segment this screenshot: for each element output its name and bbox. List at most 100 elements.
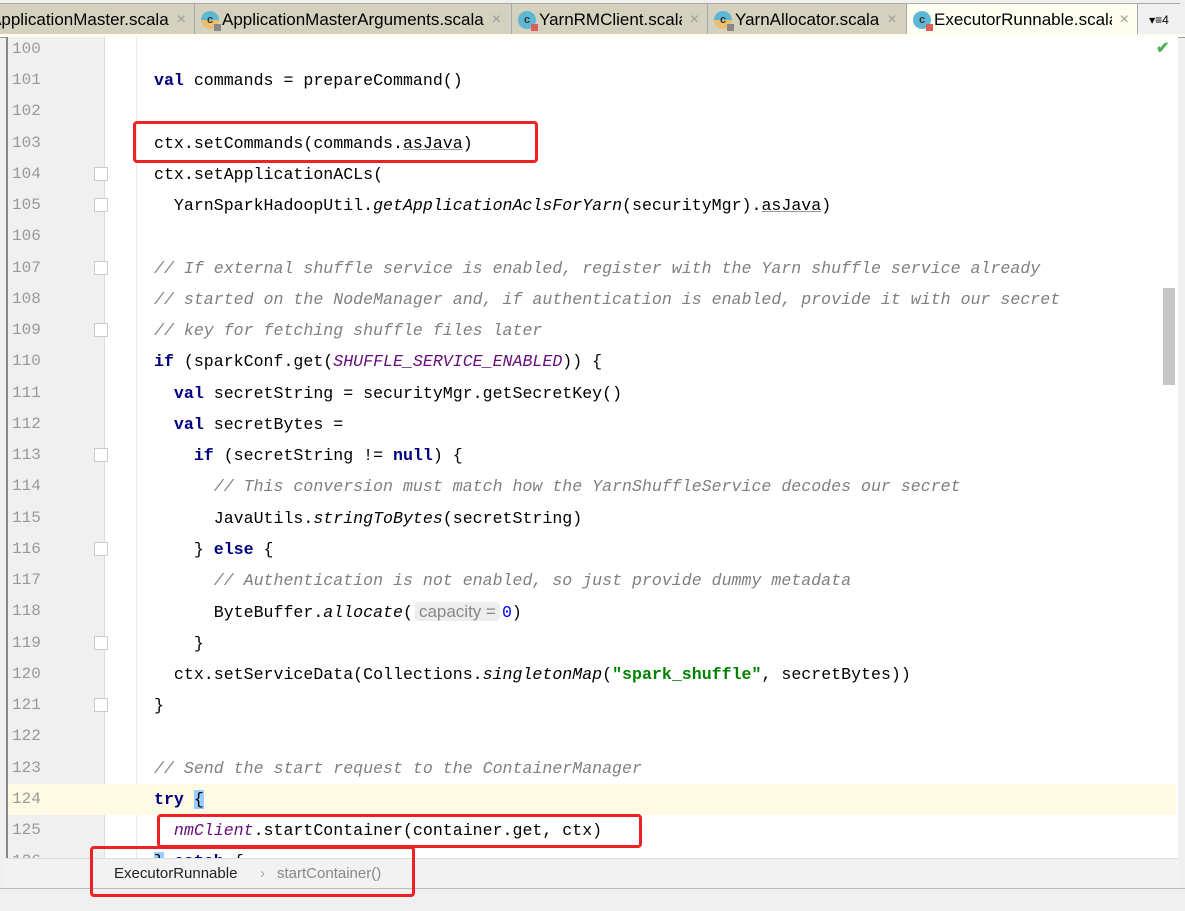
fold-marker-icon[interactable]: [94, 260, 108, 275]
highlight-box-setcommands: [133, 121, 538, 163]
tab-applicationmasterarguments-scala[interactable]: c ApplicationMasterArguments.scala ×: [195, 4, 512, 35]
line-number: 113: [12, 446, 41, 465]
code-content: // Authentication is not enabled, so jus…: [154, 565, 851, 596]
code-line[interactable]: 118 ByteBuffer.allocate(capacity = 0): [8, 596, 1176, 627]
keyword: if: [193, 446, 214, 466]
code-line[interactable]: 119 }: [8, 628, 1176, 659]
code-text: }: [154, 633, 204, 653]
code-line[interactable]: 116 } else {: [8, 534, 1176, 565]
highlight-box-breadcrumb: [90, 846, 415, 897]
code-line[interactable]: 114 // This conversion must match how th…: [8, 471, 1176, 502]
code-content: JavaUtils.stringToBytes(secretString): [154, 503, 582, 534]
line-number: 109: [12, 321, 41, 340]
code-content: ByteBuffer.allocate(capacity = 0): [154, 596, 522, 628]
code-line[interactable]: 107 // If external shuffle service is ena…: [8, 253, 1176, 284]
line-number: 119: [12, 633, 41, 652]
code-line[interactable]: 105 YarnSparkHadoopUtil.getApplicationAc…: [8, 190, 1176, 221]
code-text: secretBytes =: [203, 414, 344, 434]
code-text: )) {: [562, 352, 603, 372]
fold-marker-icon[interactable]: [94, 166, 108, 181]
keyword: val: [154, 71, 184, 91]
code-line[interactable]: 122: [8, 721, 1176, 752]
code-content: YarnSparkHadoopUtil.getApplicationAclsFo…: [154, 190, 831, 221]
code-line[interactable]: 109 // key for fetching shuffle files lat…: [8, 315, 1176, 346]
tab-label: ApplicationMasterArguments.scala: [222, 9, 484, 29]
code-line[interactable]: 100: [8, 37, 1176, 65]
vertical-scrollbar[interactable]: [1163, 288, 1175, 385]
code-text: (secretString !=: [213, 446, 394, 466]
code-text: (: [602, 664, 613, 684]
line-number: 106: [12, 227, 41, 246]
fold-marker-icon[interactable]: [94, 323, 108, 338]
code-content: // key for fetching shuffle files later: [154, 315, 542, 346]
keyword: val: [173, 383, 204, 403]
line-number: 103: [12, 133, 41, 152]
code-text: }: [154, 696, 164, 716]
code-line[interactable]: 108 // started on the NodeManager and, if…: [8, 284, 1176, 315]
code-content: ctx.setApplicationACLs(: [154, 159, 383, 190]
code-content: // started on the NodeManager and, if au…: [154, 284, 1060, 315]
code-line[interactable]: 120 ctx.setServiceData(Collections.singl…: [8, 659, 1176, 690]
code-text: commands = prepareCommand(): [183, 71, 463, 91]
code-line[interactable]: 104 ctx.setApplicationACLs(: [8, 159, 1176, 190]
line-number: 100: [12, 40, 41, 58]
code-content: if (secretString != null) {: [154, 440, 463, 471]
tab-executorrunnable-scala[interactable]: c ExecutorRunnable.scala ×: [907, 4, 1138, 35]
lock-icon: [926, 23, 933, 31]
tab-overflow-button[interactable]: ▾≡4: [1138, 4, 1180, 35]
line-number: 105: [12, 196, 41, 215]
code-line[interactable]: 117 // Authentication is not enabled, so…: [8, 565, 1176, 596]
line-number: 108: [12, 289, 41, 308]
close-tab-icon[interactable]: ×: [1120, 11, 1129, 29]
code-line[interactable]: 121}: [8, 690, 1176, 721]
code-line[interactable]: 123 // Send the start request to the Cont…: [8, 753, 1176, 784]
keyword: else: [213, 539, 254, 559]
code-content: }: [154, 628, 204, 659]
static-method: stringToBytes: [313, 508, 443, 528]
fold-marker-icon[interactable]: [94, 541, 108, 556]
code-line[interactable]: 113 if (secretString != null) {: [8, 440, 1176, 471]
code-line[interactable]: 106: [8, 221, 1176, 252]
code-line[interactable]: 112 val secretBytes =: [8, 409, 1176, 440]
code-line[interactable]: 111 val secretString = securityMgr.getSe…: [8, 378, 1176, 409]
tab-yarnallocator-scala[interactable]: c YarnAllocator.scala ×: [708, 4, 907, 35]
close-tab-icon[interactable]: ×: [177, 11, 186, 29]
line-number: 121: [12, 696, 41, 715]
close-tab-icon[interactable]: ×: [492, 11, 501, 29]
fold-marker-icon[interactable]: [94, 698, 108, 713]
tab-yarnrmclient-scala[interactable]: c YarnRMClient.scala ×: [512, 4, 708, 35]
comment: // Authentication is not enabled, so jus…: [213, 571, 852, 591]
code-line[interactable]: 101 val commands = prepareCommand(): [8, 65, 1176, 96]
fold-marker-icon[interactable]: [94, 448, 108, 463]
constant: SHUFFLE_SERVICE_ENABLED: [333, 352, 563, 372]
string-literal: "spark_shuffle": [612, 664, 762, 684]
close-tab-icon[interactable]: ×: [690, 11, 699, 29]
implicit-conversion: asJava: [761, 196, 822, 216]
line-number: 104: [12, 164, 41, 183]
scala-class-icon: c: [201, 10, 221, 31]
close-tab-icon[interactable]: ×: [887, 11, 896, 29]
tab-label: YarnRMClient.scala: [539, 9, 682, 29]
code-line[interactable]: 124 try {: [8, 783, 1176, 815]
code-content: } else {: [154, 534, 274, 565]
tab-applicationmaster-scala[interactable]: ApplicationMaster.scala ×: [0, 4, 195, 35]
static-method: singletonMap: [482, 664, 603, 684]
code-line[interactable]: 110 if (sparkConf.get(SHUFFLE_SERVICE_ENA…: [8, 346, 1176, 377]
code-text: (secretString): [442, 508, 583, 528]
parameter-hint: capacity =: [414, 602, 500, 622]
fold-marker-icon[interactable]: [94, 635, 108, 650]
code-line[interactable]: 115 JavaUtils.stringToBytes(secretString…: [8, 503, 1176, 534]
scala-class-icon: c: [714, 10, 734, 31]
comment: // This conversion must match how the Ya…: [213, 477, 961, 497]
code-content: val secretString = securityMgr.getSecret…: [154, 378, 622, 409]
code-content: val secretBytes =: [154, 409, 343, 440]
number-literal: 0: [501, 603, 512, 623]
analysis-ok-icon: ✔: [1156, 40, 1170, 57]
static-method: allocate: [323, 603, 403, 623]
matched-brace: {: [193, 789, 204, 809]
fold-marker-icon[interactable]: [94, 198, 108, 213]
code-text: ) {: [432, 446, 463, 466]
